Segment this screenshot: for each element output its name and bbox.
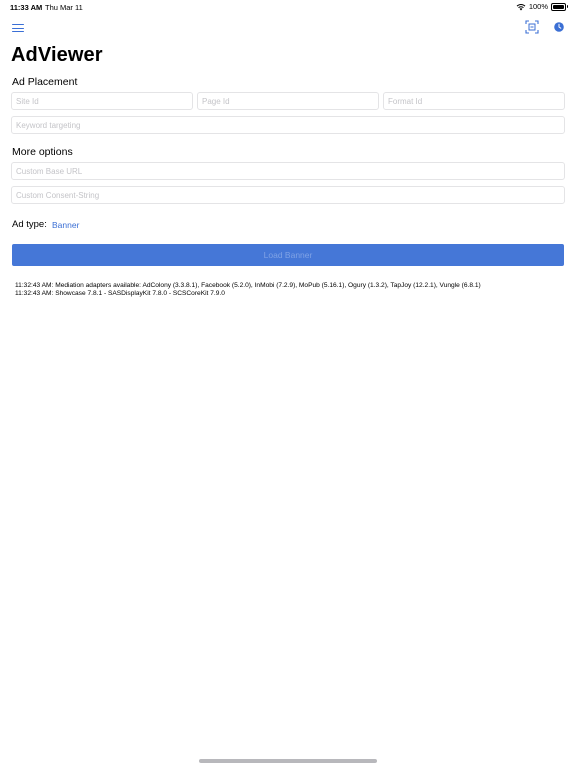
keyword-targeting-input[interactable]	[11, 116, 565, 134]
status-date: Thu Mar 11	[45, 3, 83, 12]
page-title: AdViewer	[11, 44, 103, 66]
load-banner-button[interactable]: Load Banner	[12, 244, 564, 266]
ad-type-label: Ad type:	[12, 219, 47, 230]
battery-level-fill	[553, 4, 564, 9]
custom-base-url-input[interactable]	[11, 162, 565, 180]
more-options-heading: More options	[12, 146, 73, 158]
hamburger-menu-icon[interactable]	[12, 23, 24, 33]
log-line: 11:32:43 AM: Mediation adapters availabl…	[15, 282, 481, 289]
qr-scan-icon[interactable]	[525, 20, 539, 34]
clock-icon[interactable]	[554, 22, 564, 32]
format-id-input[interactable]	[383, 92, 565, 110]
ad-placement-heading: Ad Placement	[12, 76, 78, 88]
navigation-bar	[0, 18, 576, 40]
status-indicators: 100%	[516, 2, 568, 11]
battery-icon	[551, 2, 568, 11]
battery-percent: 100%	[528, 2, 548, 11]
custom-consent-string-input[interactable]	[11, 186, 565, 204]
wifi-icon	[516, 3, 526, 10]
log-line: 11:32:43 AM: Showcase 7.8.1 - SASDisplay…	[15, 289, 225, 297]
page-id-input[interactable]	[197, 92, 379, 110]
home-indicator[interactable]	[199, 759, 377, 763]
site-id-input[interactable]	[11, 92, 193, 110]
ad-type-selector[interactable]: Banner	[52, 220, 79, 230]
status-bar: 11:33 AM Thu Mar 11 100%	[0, 0, 576, 14]
status-time: 11:33 AM	[10, 3, 43, 12]
log-output: 11:32:43 AM: Mediation adapters availabl…	[15, 282, 565, 298]
